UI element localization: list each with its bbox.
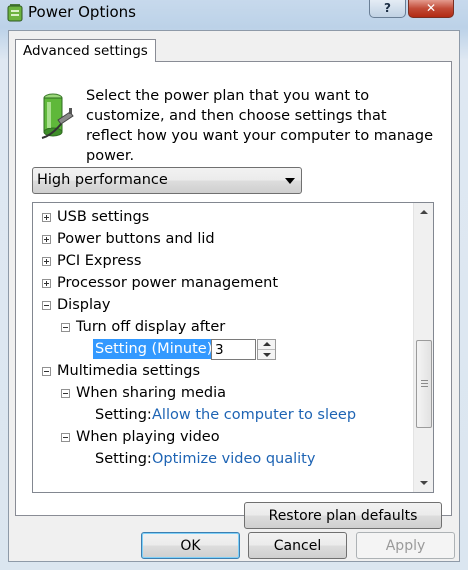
- scroll-up-icon[interactable]: [414, 203, 433, 221]
- display-setting-label: Setting (Minute):: [93, 339, 220, 359]
- sharing-setting-value-link[interactable]: Allow the computer to sleep: [152, 404, 356, 426]
- video-setting-label: Setting:: [95, 451, 152, 467]
- collapse-minus-icon[interactable]: [61, 433, 70, 442]
- power-plan-value: High performance: [37, 172, 168, 188]
- tree-item-label: When sharing media: [76, 385, 227, 401]
- display-setting-row[interactable]: Setting (Minute):: [33, 338, 413, 360]
- cancel-button[interactable]: Cancel: [248, 532, 347, 559]
- power-plan-dropdown[interactable]: High performance: [32, 167, 302, 194]
- display-timeout-spinner[interactable]: [257, 339, 276, 360]
- scrollbar-thumb[interactable]: [416, 340, 432, 428]
- dialog-client-area: Advanced settings Select the power plan …: [8, 30, 460, 562]
- tree-item-label: Display: [57, 297, 111, 313]
- tree-item-label: Power buttons and lid: [57, 231, 215, 247]
- scroll-down-icon[interactable]: [414, 474, 433, 492]
- expand-plus-icon[interactable]: [42, 257, 51, 266]
- spin-up-icon[interactable]: [258, 340, 275, 350]
- help-button[interactable]: ?: [369, 0, 406, 18]
- display-timeout-input[interactable]: [211, 339, 256, 360]
- power-options-window: Power Options ? ✕ Advanced settings Sele…: [0, 0, 468, 570]
- spin-down-icon[interactable]: [258, 350, 275, 360]
- settings-tree[interactable]: USB settings Power buttons and lid PCI E…: [32, 202, 434, 493]
- tree-item-label: PCI Express: [57, 253, 142, 269]
- tab-advanced-settings[interactable]: Advanced settings: [15, 39, 156, 62]
- chevron-down-icon[interactable]: [285, 178, 295, 184]
- collapse-minus-icon[interactable]: [61, 323, 70, 332]
- tree-item-label: Multimedia settings: [57, 363, 201, 379]
- plan-description: Select the power plan that you want to c…: [86, 88, 434, 164]
- title-bar[interactable]: Power Options ? ✕: [0, 0, 468, 28]
- vertical-scrollbar[interactable]: [413, 203, 433, 492]
- window-title: Power Options: [28, 3, 136, 21]
- video-setting-value-link[interactable]: Optimize video quality: [152, 448, 315, 470]
- power-options-icon: [7, 4, 23, 22]
- expand-plus-icon[interactable]: [42, 213, 51, 222]
- battery-plug-icon: [41, 93, 74, 139]
- ok-button[interactable]: OK: [141, 532, 240, 559]
- settings-tree-viewport: USB settings Power buttons and lid PCI E…: [33, 203, 413, 492]
- tree-item-label: Turn off display after: [76, 319, 226, 335]
- collapse-minus-icon[interactable]: [42, 367, 51, 376]
- tree-item-label: When playing video: [76, 429, 220, 445]
- collapse-minus-icon[interactable]: [61, 389, 70, 398]
- close-button[interactable]: ✕: [408, 0, 454, 18]
- apply-button[interactable]: Apply: [356, 532, 455, 559]
- collapse-minus-icon[interactable]: [42, 301, 51, 310]
- restore-plan-defaults-button[interactable]: Restore plan defaults: [244, 502, 442, 529]
- advanced-settings-panel: Select the power plan that you want to c…: [15, 61, 452, 529]
- sharing-setting-label: Setting:: [95, 407, 152, 423]
- expand-plus-icon[interactable]: [42, 235, 51, 244]
- tree-item-label: USB settings: [57, 209, 150, 225]
- expand-plus-icon[interactable]: [42, 279, 51, 288]
- tree-item-label: Processor power management: [57, 275, 279, 291]
